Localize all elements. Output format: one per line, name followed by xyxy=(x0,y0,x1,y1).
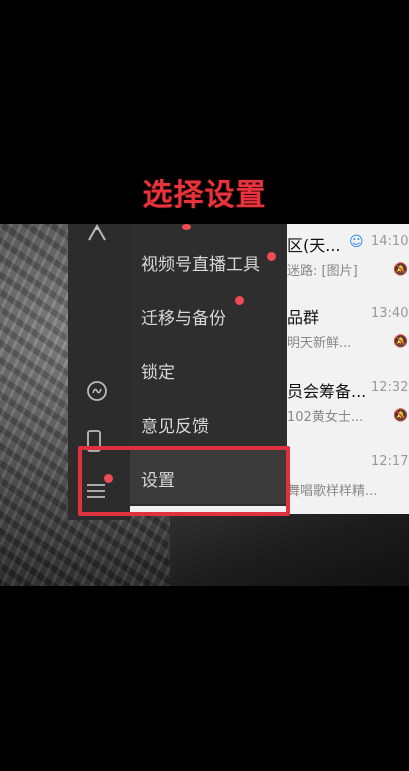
mute-icon: 🔕 xyxy=(393,334,408,348)
menu-item-label: 迁移与备份 xyxy=(141,309,226,329)
menu-item-feedback[interactable]: 意见反馈 xyxy=(130,396,287,450)
chat-time: 12:32 xyxy=(371,380,409,395)
chat-list: 区(天... ☺ 14:10 迷路: [图片] 🔕 品群 13:40 明天新鲜.… xyxy=(285,224,409,514)
chat-item[interactable]: 品群 13:40 明天新鲜... 🔕 xyxy=(285,296,409,366)
menu-item-lock[interactable]: 锁定 xyxy=(130,342,287,396)
menu-item-label: 意见反馈 xyxy=(141,417,209,437)
mute-icon: 🔕 xyxy=(393,408,408,422)
menu-item-channels-live[interactable]: 视频号直播工具 xyxy=(130,234,287,288)
chat-item[interactable]: 区(天... ☺ 14:10 迷路: [图片] 🔕 xyxy=(285,224,409,294)
badge-dot xyxy=(182,224,191,230)
chat-preview: 舞唱歌样样精... xyxy=(287,484,378,499)
caption-title: 选择设置 xyxy=(142,178,267,213)
menu-item-label: 锁定 xyxy=(141,363,175,383)
mention-icon: ☺ xyxy=(349,234,364,250)
screen-capture: 区(天... ☺ 14:10 迷路: [图片] 🔕 品群 13:40 明天新鲜.… xyxy=(0,224,409,586)
chat-preview: 迷路: [图片] xyxy=(287,264,358,279)
chat-item[interactable]: 12:17 舞唱歌样样精... xyxy=(285,444,409,514)
menu-item-migrate-backup[interactable]: 迁移与备份 xyxy=(130,288,287,342)
people-icon[interactable] xyxy=(86,224,108,247)
mini-program-icon[interactable] xyxy=(86,380,108,407)
chat-title: 员会筹备... xyxy=(287,382,367,401)
new-badge-dot xyxy=(235,296,244,305)
chat-time: 12:17 xyxy=(371,454,409,469)
chat-item[interactable]: 员会筹备... 12:32 102黄女士... 🔕 xyxy=(285,370,409,440)
settings-highlight-box xyxy=(78,446,290,516)
chat-title: 区(天... xyxy=(287,236,341,255)
menu-item-label: 视频号直播工具 xyxy=(141,255,260,275)
new-badge-dot xyxy=(267,252,276,261)
chat-time: 13:40 xyxy=(371,306,409,321)
mute-icon: 🔕 xyxy=(393,262,408,276)
chat-preview: 明天新鲜... xyxy=(287,336,352,351)
chat-time: 14:10 xyxy=(371,234,409,249)
chat-title: 品群 xyxy=(287,308,320,327)
chat-preview: 102黄女士... xyxy=(287,410,364,425)
